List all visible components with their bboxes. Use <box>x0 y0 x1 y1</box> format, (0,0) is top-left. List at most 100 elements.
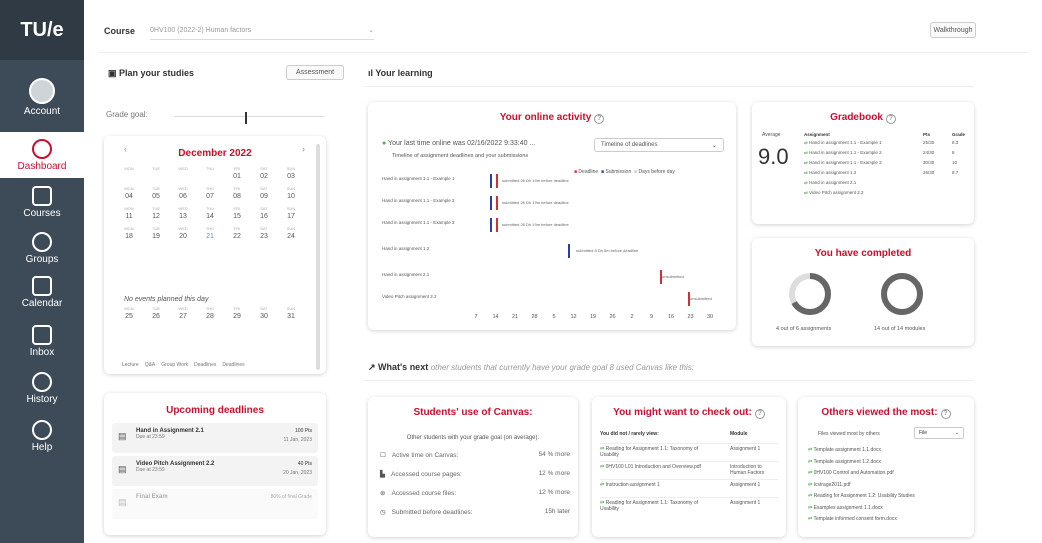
row-note: submitted 26 Dh 19m before deadline <box>502 222 569 227</box>
calendar-day[interactable]: 23 <box>253 233 275 240</box>
calendar-day[interactable]: 25 <box>118 313 140 320</box>
checkout-row[interactable]: ⇄ Instruction assignment 1 Assignment 1 <box>600 479 778 497</box>
trend-icon: ↗ <box>368 362 379 372</box>
gradebook-card: Gradebook? Average 9.0 Assignment Pts Grad… <box>752 102 974 224</box>
grade-goal-slider[interactable] <box>174 116 324 117</box>
calendar-day[interactable]: 04 <box>118 193 140 200</box>
calendar-day[interactable]: 15 <box>226 213 248 220</box>
info-icon[interactable]: ? <box>754 409 765 419</box>
calendar-day[interactable]: 26 <box>145 313 167 320</box>
calendar-day[interactable]: 22 <box>226 233 248 240</box>
calendar-day[interactable]: 12 <box>145 213 167 220</box>
assessment-button[interactable]: Assessment <box>286 65 344 80</box>
row-note: unsubmitted <box>662 274 684 279</box>
grade-row[interactable]: ⇄ Hand in assignment 1.1 - Example 2 24/3… <box>804 150 968 160</box>
nav-help[interactable]: Help <box>0 420 84 453</box>
calendar-day[interactable]: 01 <box>226 173 248 180</box>
calendar-day[interactable]: 05 <box>145 193 167 200</box>
nav-groups[interactable]: Groups <box>0 232 84 265</box>
checkout-row[interactable]: ⇄ 0HV100 L01 Introduction and Overview.p… <box>600 461 778 479</box>
calendar-day[interactable]: 20 <box>172 233 194 240</box>
row-label: Hand in assignment 1.1 - Example 1 <box>382 176 455 181</box>
deadline-item[interactable]: ▤ Hand in Assignment 2.1 Due at 23:59 100 P… <box>112 423 318 453</box>
checkout-row[interactable]: ⇄ Reading for Assignment 1.1: Taxonomy o… <box>600 497 778 515</box>
calendar-day[interactable]: 03 <box>280 173 302 180</box>
nav-inbox[interactable]: Inbox <box>0 325 84 358</box>
calendar-day[interactable]: 24 <box>280 233 302 240</box>
divider <box>364 380 974 381</box>
others-name: Template informed consent form.docx <box>813 516 897 522</box>
usage-label: ☐ Active time on Canvas: <box>380 451 458 470</box>
course-select[interactable]: 0HV100 (2022-2) Human factors ⌄ <box>150 22 374 40</box>
usage-row: ◷ Submitted before deadlines: 15h later <box>380 508 570 527</box>
others-item[interactable]: ⇄ Template assignment 1.2.docx <box>808 459 964 471</box>
legend-item: Group Work <box>161 362 189 368</box>
calendar-day[interactable]: 27 <box>172 313 194 320</box>
weekday-label: WED <box>178 226 188 231</box>
calendar-day[interactable]: 16 <box>253 213 275 220</box>
grade-row[interactable]: ⇄ Hand in assignment 1.1 - Example 1 25/3… <box>804 140 968 150</box>
course-label: Course <box>104 26 136 36</box>
others-item[interactable]: ⇄ Template informed consent form.docx <box>808 516 964 528</box>
file-select[interactable]: File ⌄ <box>914 427 964 439</box>
calendar-day[interactable]: 30 <box>253 313 275 320</box>
calendar-day[interactable]: 14 <box>199 213 221 220</box>
deadline-item[interactable]: ▤ Video Pitch Assignment 2.2 Due at 23:59 4… <box>112 456 318 486</box>
calendar-day[interactable]: 29 <box>226 313 248 320</box>
calendar-day[interactable]: 18 <box>118 233 140 240</box>
avatar-icon <box>29 78 55 104</box>
weekday-label: MON <box>124 226 134 231</box>
checkout-row[interactable]: ⇄ Reading for Assignment 1.1: Taxonomy o… <box>600 443 778 461</box>
walkthrough-button[interactable]: Walkthrough <box>930 22 976 38</box>
calendar-day[interactable]: 13 <box>172 213 194 220</box>
plan-title: ▣ Plan your studies <box>108 68 195 78</box>
calendar-day[interactable]: 19 <box>145 233 167 240</box>
calendar-day[interactable]: 09 <box>253 193 275 200</box>
nav-calendar[interactable]: Calendar <box>0 276 84 309</box>
nav-history[interactable]: History <box>0 372 84 405</box>
grade-row[interactable]: ⇄ Hand in assignment 2.1 <box>804 180 968 190</box>
prev-month-icon[interactable]: ‹ <box>124 144 127 154</box>
completed-card: You have completed 4 out of 6 assignment… <box>752 238 974 346</box>
deadline-item[interactable]: ▤ Final Exam 80% of final Grade <box>112 489 318 519</box>
grade-row[interactable]: ⇄ Video Pitch assignment 2.2 <box>804 190 968 200</box>
deadline-points: 80% of final Grade <box>270 494 312 500</box>
weekday-label: WED <box>178 206 188 211</box>
grade-points: 25/30 <box>923 140 935 145</box>
others-item[interactable]: ⇄ Reading for Assignment 1.2: Usability … <box>808 493 964 505</box>
calendar-day[interactable]: 06 <box>172 193 194 200</box>
calendar-day[interactable]: 02 <box>253 173 275 180</box>
assignment-name: Hand in assignment 1.1 - Example 1 <box>809 140 882 145</box>
nav-dashboard[interactable]: Dashboard <box>0 132 84 178</box>
calendar-scrollbar[interactable] <box>316 144 320 370</box>
axis-tick: 2 <box>630 314 633 320</box>
grade-goal-handle[interactable] <box>245 112 247 124</box>
history-icon <box>32 372 52 392</box>
nav-courses[interactable]: Courses <box>0 186 84 219</box>
others-list: ⇄ Template assignment 1.1.docx ⇄ Template… <box>808 447 964 528</box>
next-month-icon[interactable]: › <box>302 144 305 154</box>
usage-subtitle: Other students with your grade goal (on … <box>406 435 540 441</box>
calendar-day[interactable]: 28 <box>199 313 221 320</box>
grade-row[interactable]: ⇄ Hand in assignment 1.1 - Example 3 30/3… <box>804 160 968 170</box>
usage-text: Active time on Canvas: <box>391 452 459 459</box>
usage-value: 15h later <box>544 508 570 515</box>
calendar-day[interactable]: 08 <box>226 193 248 200</box>
info-icon[interactable]: ? <box>940 409 951 419</box>
others-item[interactable]: ⇄ Examples assignment 1.1.docx <box>808 505 964 517</box>
nav-account[interactable]: Account <box>0 78 84 117</box>
others-item[interactable]: ⇄ 0HV100 Control and Automation.pdf <box>808 470 964 482</box>
tue-logo[interactable]: TU/e <box>0 0 84 60</box>
completed-title: You have completed <box>814 248 912 259</box>
calendar-day[interactable]: 10 <box>280 193 302 200</box>
calendar-day[interactable]: 17 <box>280 213 302 220</box>
calendar-day[interactable]: 07 <box>199 193 221 200</box>
info-icon[interactable]: ? <box>885 114 896 124</box>
calendar-day[interactable]: 21 <box>199 233 221 240</box>
others-item[interactable]: ⇄ Icstrage2011.pdf <box>808 482 964 494</box>
calendar-day[interactable]: 11 <box>118 213 140 220</box>
others-name: Template assignment 1.2.docx <box>813 458 882 465</box>
others-item[interactable]: ⇄ Template assignment 1.1.docx <box>808 447 964 459</box>
calendar-day[interactable]: 31 <box>280 313 302 320</box>
grade-row[interactable]: ⇄ Hand in assignment 1.2 26/30 8.7 <box>804 170 968 180</box>
